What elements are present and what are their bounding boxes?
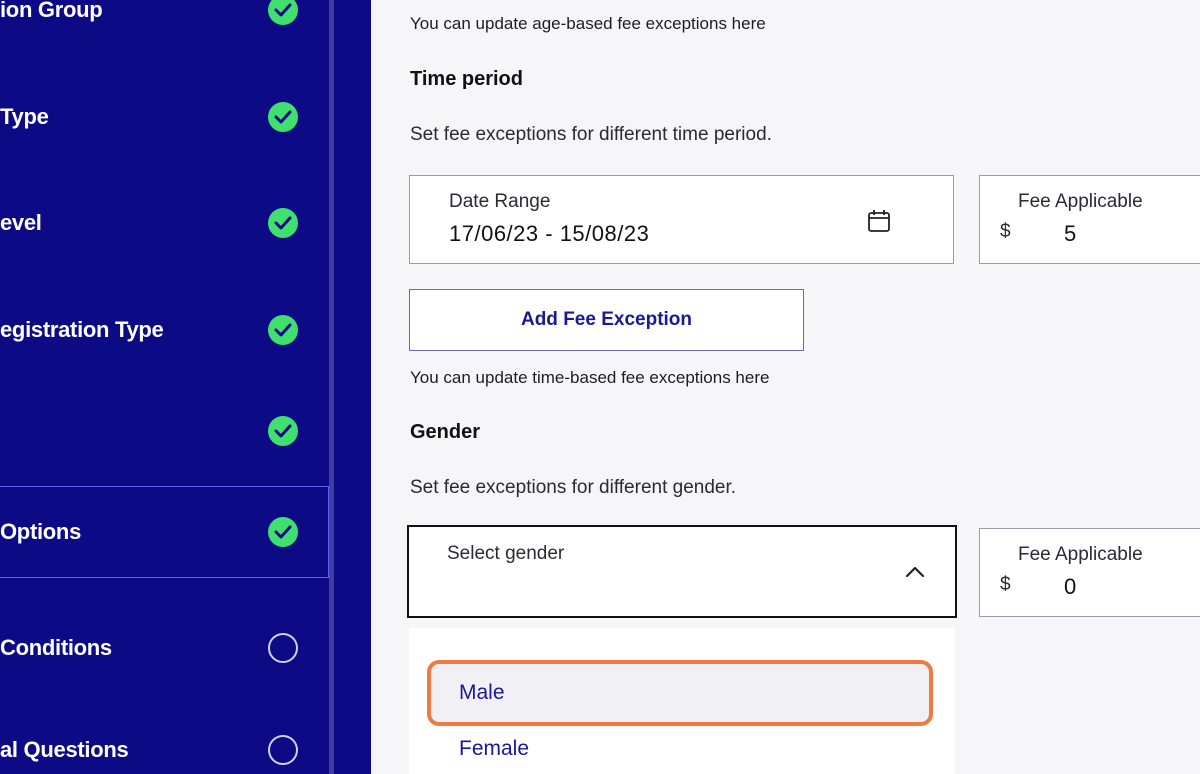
option-female[interactable]: Female <box>409 722 955 774</box>
sidebar-item-registration-type[interactable]: egistration Type <box>0 300 329 360</box>
sidebar-item-type[interactable]: Type <box>0 87 329 147</box>
sidebar-item-label: al Questions <box>0 737 129 762</box>
check-icon <box>268 416 298 446</box>
sidebar-item-options[interactable]: Options <box>0 486 329 578</box>
fee-applicable-caption: Fee Applicable <box>1018 544 1143 565</box>
main-content: You can update age-based fee exceptions … <box>371 0 1200 774</box>
sidebar-item-label: egistration Type <box>0 317 164 342</box>
check-icon <box>268 208 298 238</box>
empty-circle-icon <box>268 735 298 765</box>
age-hint: You can update age-based fee exceptions … <box>410 14 766 33</box>
time-fee-field[interactable]: Fee Applicable $ 5 <box>979 175 1200 264</box>
chevron-up-icon[interactable] <box>905 565 925 584</box>
fee-value: 5 <box>1064 221 1077 246</box>
gender-select-placeholder: Select gender <box>447 543 565 564</box>
gender-dropdown-menu: Male Female <box>409 628 955 774</box>
sidebar-item-registration-group[interactable]: ion Group <box>0 0 329 40</box>
sidebar-item-questions[interactable]: al Questions <box>0 720 329 774</box>
check-icon <box>268 517 298 547</box>
sidebar-item-label: evel <box>0 210 42 235</box>
gender-description: Set fee exceptions for different gender. <box>410 477 737 498</box>
currency-symbol: $ <box>1000 574 1011 595</box>
fee-value: 0 <box>1064 574 1077 599</box>
time-period-title: Time period <box>410 68 523 90</box>
option-label: Male <box>459 681 505 704</box>
sidebar-item-label: Options <box>0 519 82 544</box>
date-range-field[interactable]: Date Range 17/06/23 - 15/08/23 <box>409 175 954 264</box>
sidebar-item-label: ion Group <box>0 0 103 22</box>
option-male[interactable]: Male <box>409 666 955 720</box>
gender-title: Gender <box>410 421 481 443</box>
sidebar: ion Group Type evel egistration Type Opt… <box>0 0 329 774</box>
gender-fee-field[interactable]: Fee Applicable $ 0 <box>979 528 1200 617</box>
empty-circle-icon <box>268 633 298 663</box>
add-fee-exception-button[interactable]: Add Fee Exception <box>409 289 804 351</box>
time-period-description: Set fee exceptions for different time pe… <box>410 124 772 145</box>
currency-symbol: $ <box>1000 221 1011 242</box>
check-icon <box>268 0 298 25</box>
option-label: Female <box>459 737 530 760</box>
time-hint: You can update time-based fee exceptions… <box>410 368 770 387</box>
calendar-icon[interactable] <box>867 209 891 238</box>
gender-select[interactable]: Select gender <box>407 525 957 618</box>
sidebar-item-label: Conditions <box>0 635 112 660</box>
date-range-caption: Date Range <box>449 191 551 212</box>
sidebar-item-unlabeled[interactable] <box>0 401 329 461</box>
check-icon <box>268 315 298 345</box>
fee-applicable-caption: Fee Applicable <box>1018 191 1143 212</box>
app-window: ion Group Type evel egistration Type Opt… <box>0 0 1200 774</box>
sidebar-item-conditions[interactable]: Conditions <box>0 618 329 678</box>
check-icon <box>268 102 298 132</box>
sidebar-item-label: Type <box>0 104 49 129</box>
sidebar-edge <box>334 0 371 774</box>
sidebar-item-level[interactable]: evel <box>0 193 329 253</box>
date-range-value: 17/06/23 - 15/08/23 <box>449 221 650 246</box>
